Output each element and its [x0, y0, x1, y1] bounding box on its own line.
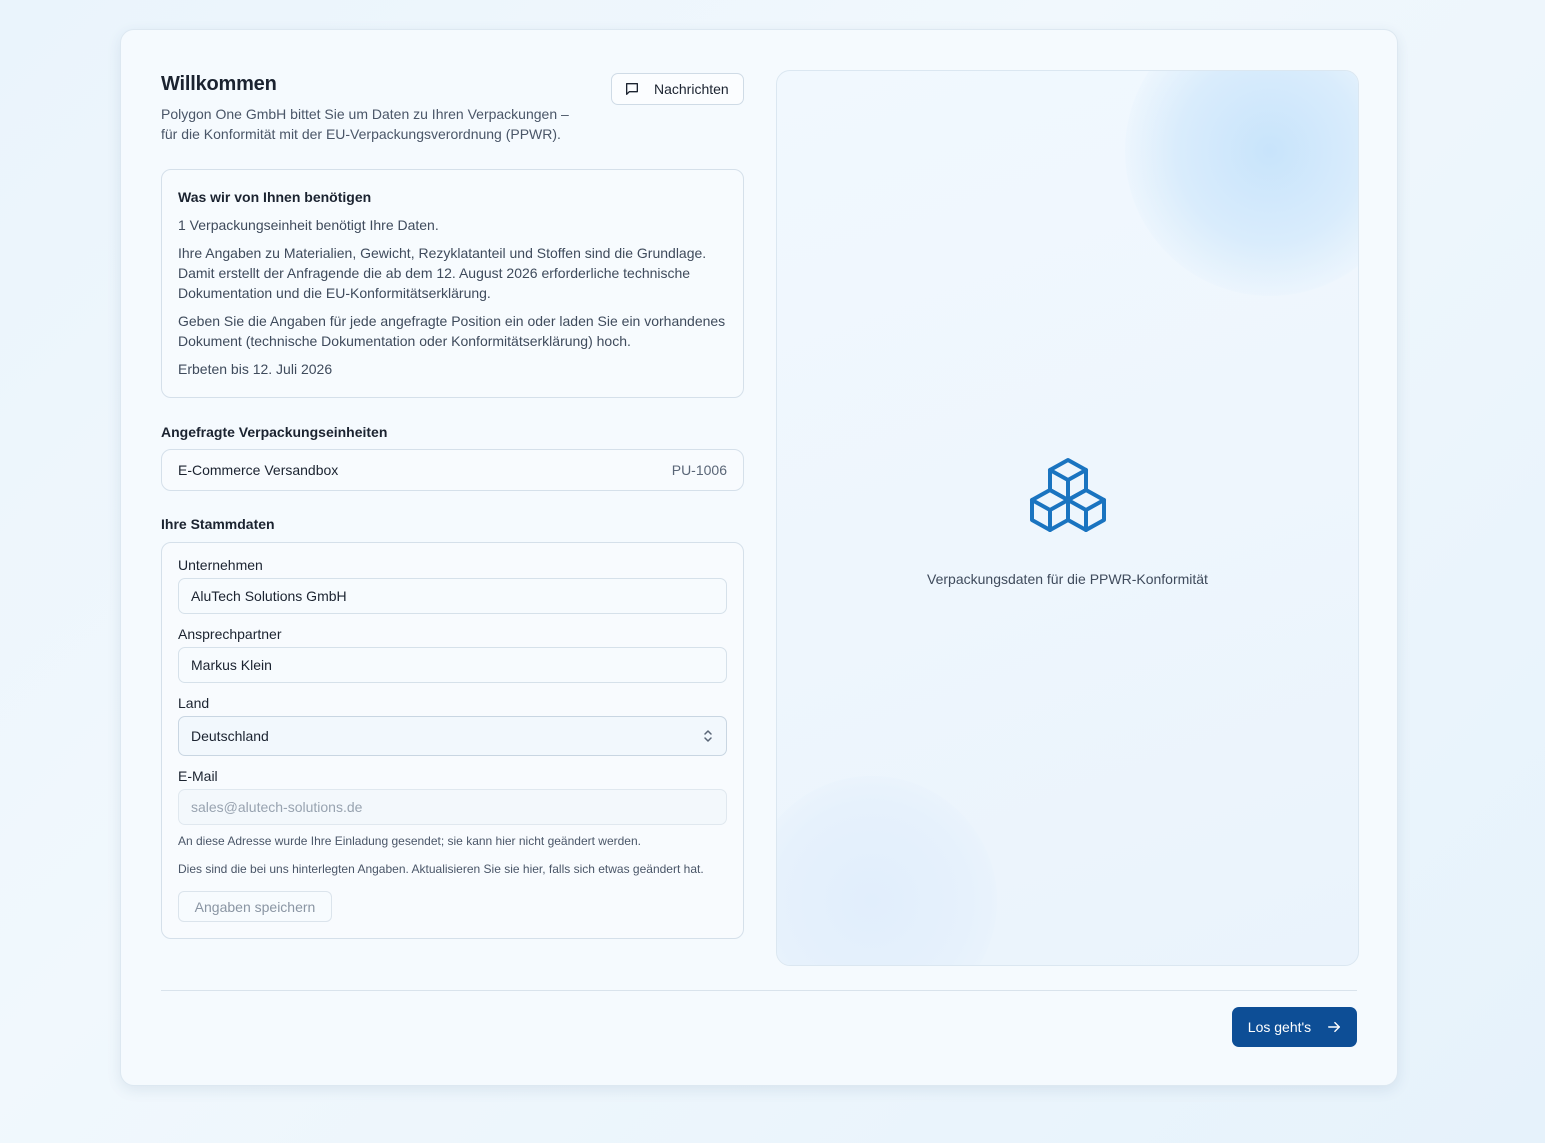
- update-hint: Dies sind die bei uns hinterlegten Angab…: [178, 862, 704, 876]
- country-select[interactable]: Deutschland: [178, 716, 727, 756]
- company-value: AluTech Solutions GmbH: [191, 588, 347, 604]
- header: Willkommen Polygon One GmbH bittet Sie u…: [161, 73, 744, 144]
- requirements-box: Was wir von Ihnen benötigen 1 Verpackung…: [161, 169, 744, 398]
- packaging-unit-id: PU-1006: [671, 462, 727, 478]
- messages-label: Nachrichten: [654, 81, 729, 97]
- country-label: Land: [178, 695, 210, 711]
- country-value: Deutschland: [191, 728, 269, 744]
- hero: Verpackungsdaten für die PPWR-Konformitä…: [777, 456, 1358, 587]
- start-button[interactable]: Los geht's: [1232, 1007, 1357, 1047]
- packaging-unit-name: E-Commerce Versandbox: [178, 462, 339, 478]
- basis-text: Ihre Angaben zu Materialien, Gewicht, Re…: [178, 245, 707, 301]
- subtitle-line-2: für die Konformität mit der EU-Verpackun…: [161, 126, 561, 142]
- boxes-icon: [1022, 456, 1114, 551]
- master-data-label: Ihre Stammdaten: [161, 516, 275, 532]
- email-value: sales@alutech-solutions.de: [191, 799, 363, 815]
- contact-value: Markus Klein: [191, 657, 272, 673]
- page-subtitle: Polygon One GmbH bittet Sie um Daten zu …: [161, 104, 601, 144]
- message-square-icon: [624, 81, 640, 97]
- master-data-section: Ihre Stammdaten Unternehmen AluTech Solu…: [161, 516, 744, 939]
- onboarding-card: Willkommen Polygon One GmbH bittet Sie u…: [120, 29, 1398, 1086]
- units-needed-text: 1 Verpackungseinheit benötigt Ihre Daten…: [178, 217, 439, 233]
- save-button[interactable]: Angaben speichern: [178, 891, 332, 922]
- requested-units-label: Angefragte Verpackungseinheiten: [161, 424, 388, 440]
- hero-caption: Verpackungsdaten für die PPWR-Konformitä…: [927, 571, 1208, 587]
- decorative-blob-top: [1125, 71, 1358, 296]
- illustration-panel: Verpackungsdaten für die PPWR-Konformitä…: [776, 70, 1359, 966]
- decorative-blob-bottom: [777, 776, 997, 965]
- email-hint: An diese Adresse wurde Ihre Einladung ge…: [178, 834, 641, 848]
- master-data-form: Unternehmen AluTech Solutions GmbH Anspr…: [161, 542, 744, 939]
- company-label: Unternehmen: [178, 557, 263, 573]
- instruction-text: Geben Sie die Angaben für jede angefragt…: [178, 313, 726, 349]
- footer-divider: [161, 990, 1357, 991]
- start-button-label: Los geht's: [1247, 1019, 1312, 1035]
- requested-units-section: Angefragte Verpackungseinheiten E-Commer…: [161, 424, 744, 491]
- company-input[interactable]: AluTech Solutions GmbH: [178, 578, 727, 614]
- packaging-unit-row[interactable]: E-Commerce Versandbox PU-1006: [161, 449, 744, 491]
- arrow-right-icon: [1327, 1020, 1341, 1034]
- left-panel: Willkommen Polygon One GmbH bittet Sie u…: [161, 70, 744, 939]
- email-field: sales@alutech-solutions.de: [178, 789, 727, 825]
- subtitle-line-1: Polygon One GmbH bittet Sie um Daten zu …: [161, 106, 569, 122]
- email-label: E-Mail: [178, 768, 218, 784]
- deadline-text: Erbeten bis 12. Juli 2026: [178, 361, 333, 377]
- contact-label: Ansprechpartner: [178, 626, 282, 642]
- chevrons-up-down-icon: [702, 728, 714, 744]
- messages-button[interactable]: Nachrichten: [611, 73, 744, 105]
- requirements-heading: Was wir von Ihnen benötigen: [178, 189, 372, 205]
- contact-input[interactable]: Markus Klein: [178, 647, 727, 683]
